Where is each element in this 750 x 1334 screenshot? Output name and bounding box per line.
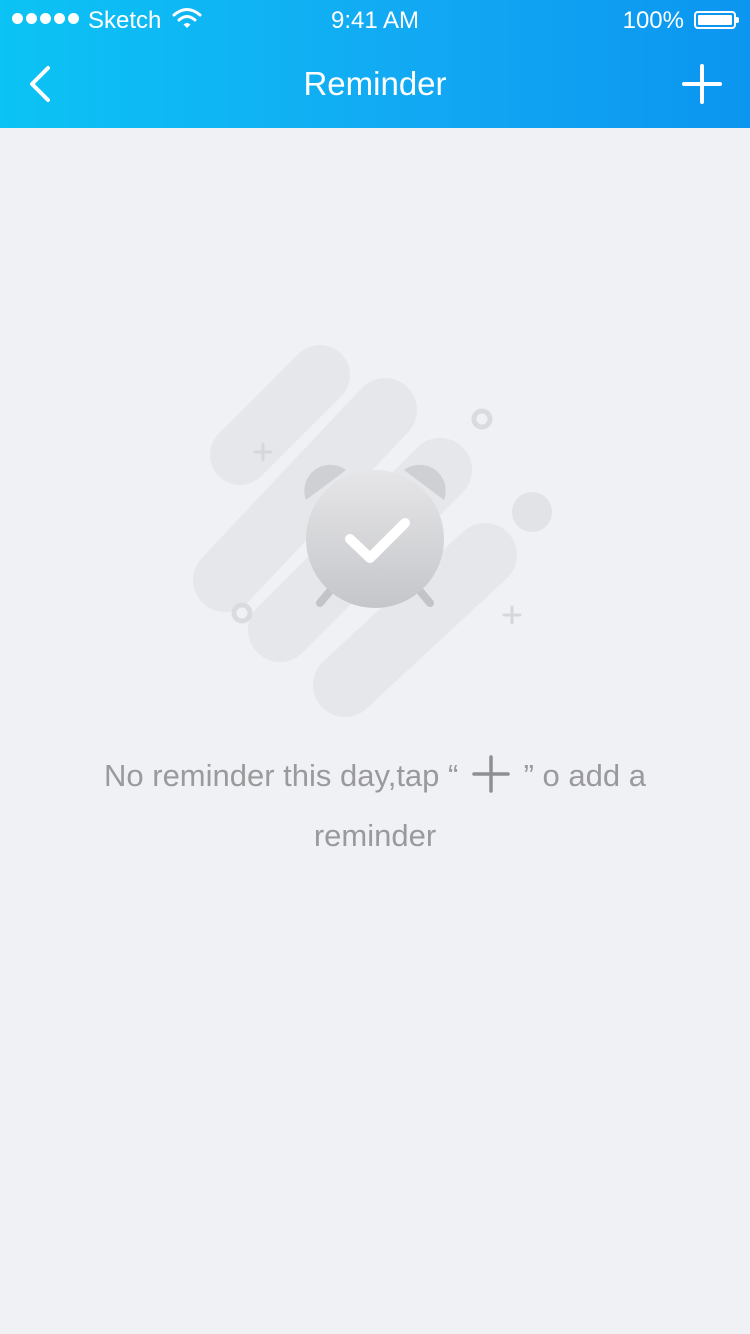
page-title: Reminder <box>303 65 447 102</box>
plus-icon <box>682 64 722 104</box>
empty-state-illustration <box>180 340 570 730</box>
header: Sketch 9:41 AM 100% Reminder <box>0 0 750 128</box>
add-reminder-button[interactable] <box>680 62 724 106</box>
battery-percentage: 100% <box>622 7 684 34</box>
plus-icon <box>472 755 510 793</box>
alarm-clock-check-icon <box>193 345 552 717</box>
battery-level-fill <box>698 15 732 25</box>
empty-message-part-1: No reminder this day,tap “ <box>104 758 459 793</box>
status-bar: Sketch 9:41 AM 100% <box>0 0 750 40</box>
reminder-screen: Sketch 9:41 AM 100% Reminder No reminder… <box>0 0 750 1334</box>
empty-state-message: No reminder this day,tap “ ” o add a rem… <box>60 746 690 866</box>
battery-icon <box>694 11 739 29</box>
navigation-bar: Reminder <box>0 40 750 128</box>
